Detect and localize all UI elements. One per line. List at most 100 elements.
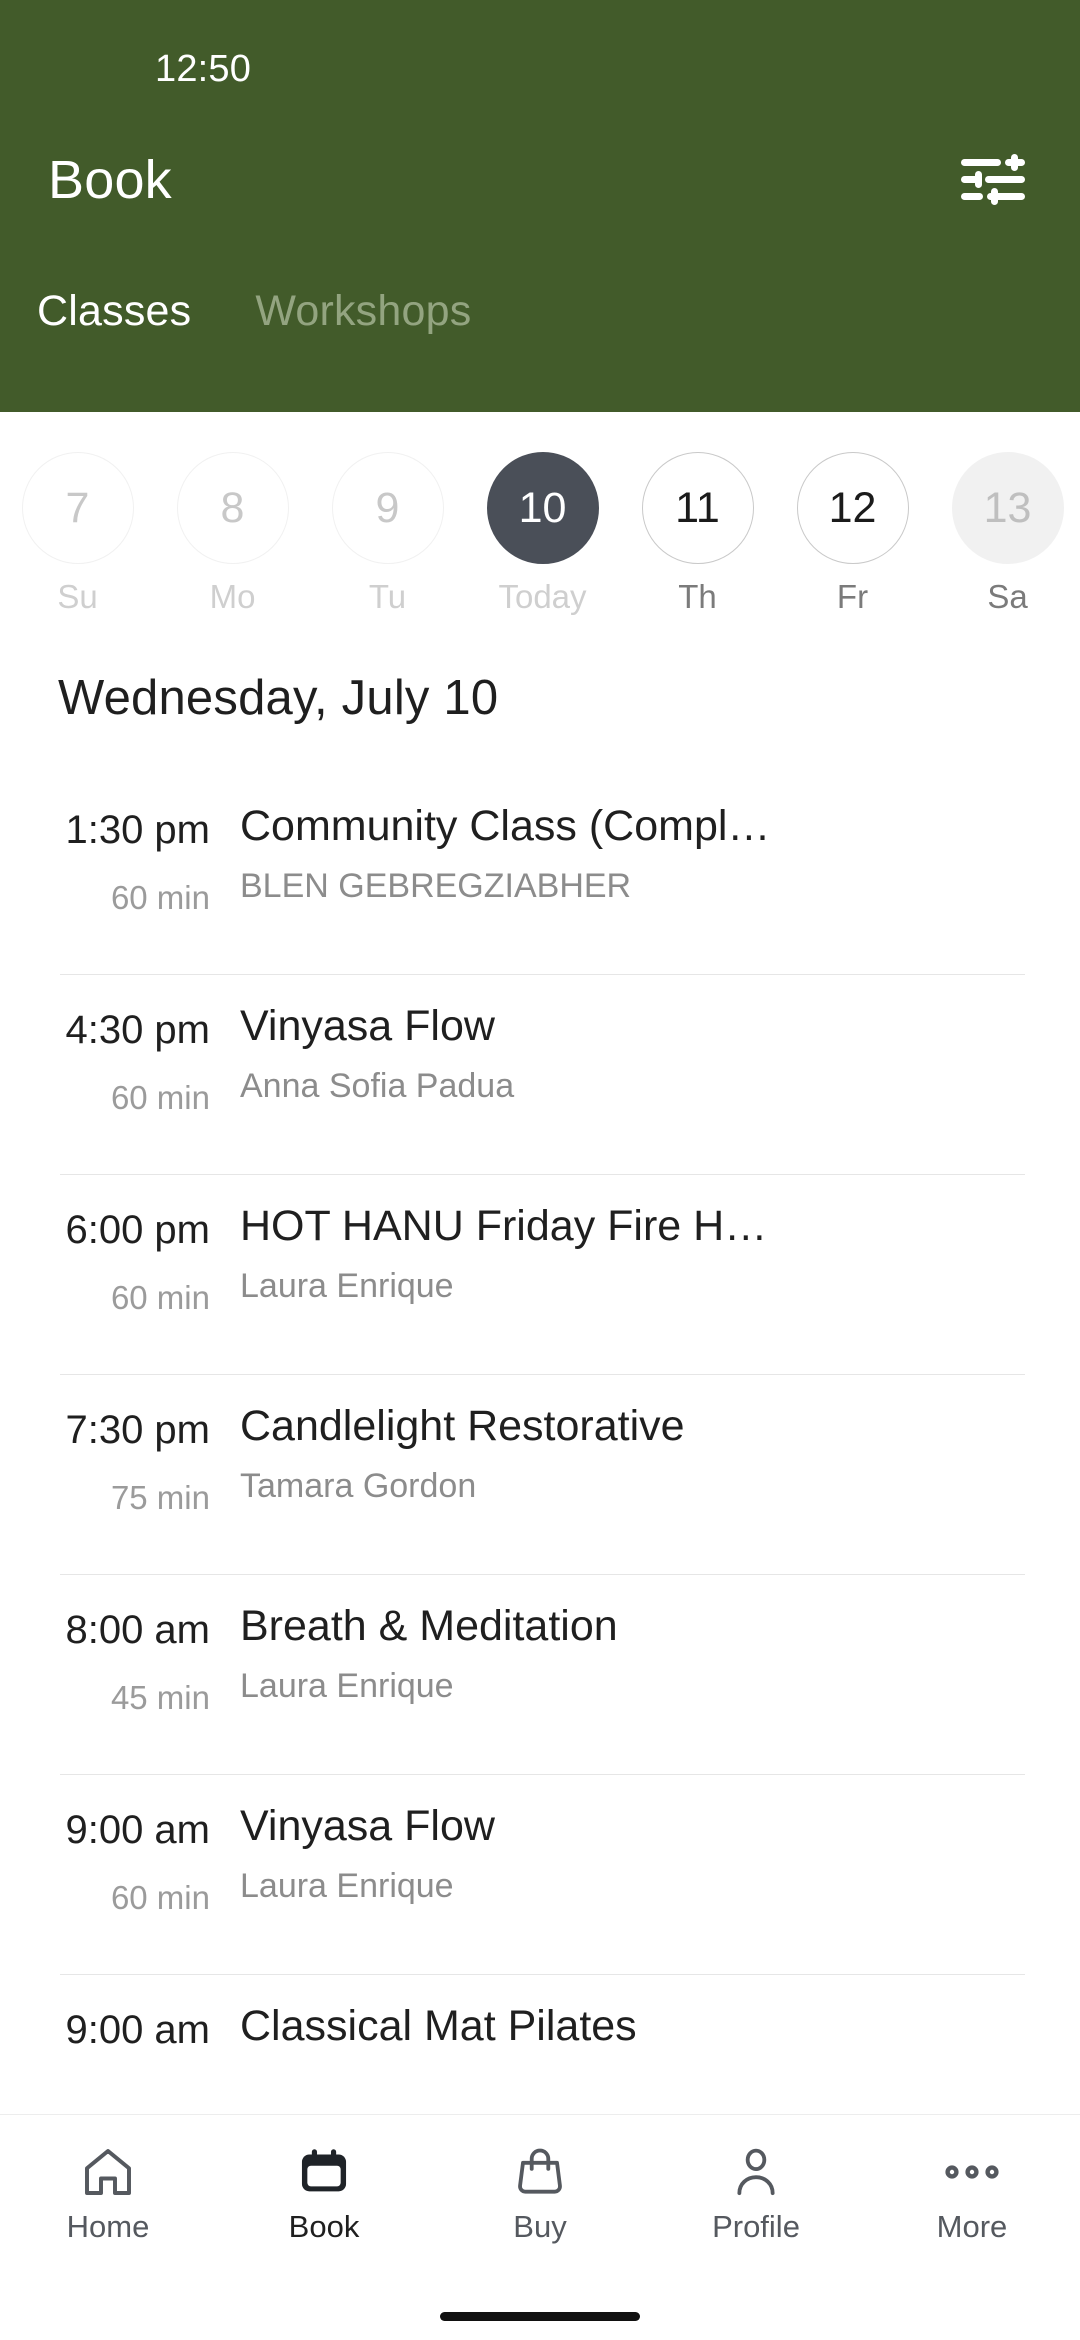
date-weekday: Sa [987, 578, 1028, 615]
class-time: 1:30 pm [65, 808, 210, 852]
date-cell-9[interactable]: 9 Tu [310, 452, 465, 613]
nav-label: Book [288, 2209, 360, 2244]
class-info-column: Candlelight Restorative Tamara Gordon [232, 1402, 1080, 1506]
filter-tune-button[interactable] [956, 143, 1030, 217]
class-name: Vinyasa Flow [240, 1002, 495, 1050]
class-info-column: HOT HANU Friday Fire H… Laura Enrique [232, 1202, 1080, 1306]
class-time-column: 7:30 pm 75 min [0, 1402, 232, 1517]
date-cell-13[interactable]: 13 Sa [930, 452, 1080, 613]
class-row[interactable]: 8:00 am 45 min Breath & Meditation Laura… [0, 1574, 1080, 1774]
class-time: 7:30 pm [65, 1408, 210, 1452]
date-bubble: 8 [176, 452, 289, 564]
class-duration: 45 min [110, 1678, 210, 1716]
class-row[interactable]: 6:00 pm 60 min HOT HANU Friday Fire H… L… [0, 1174, 1080, 1374]
class-info-column: Vinyasa Flow Anna Sofia Padua [232, 1002, 1080, 1106]
class-name: HOT HANU Friday Fire H… [240, 1202, 768, 1250]
class-duration: 75 min [110, 1478, 210, 1516]
class-teacher: Laura Enrique [240, 1867, 454, 1906]
class-row[interactable]: 9:00 am 60 min Vinyasa Flow Laura Enriqu… [0, 1774, 1080, 1974]
date-cell-11[interactable]: 11 Th [620, 452, 775, 613]
date-bubble: 13 [951, 452, 1064, 564]
date-weekday: Th [678, 578, 717, 615]
date-cell-8[interactable]: 8 Mo [155, 452, 310, 613]
header-tabs: Classes Workshops [0, 283, 1080, 336]
nav-item-more[interactable]: More [864, 2141, 1080, 2242]
class-row[interactable]: 1:30 pm 60 min Community Class (Compl… B… [0, 774, 1080, 974]
class-duration: 60 min [110, 1278, 210, 1316]
nav-item-profile[interactable]: Profile [648, 2141, 864, 2242]
tab-classes[interactable]: Classes [35, 283, 193, 336]
class-teacher: Tamara Gordon [240, 1467, 477, 1506]
person-icon [729, 2141, 783, 2203]
class-time: 4:30 pm [65, 1008, 210, 1052]
date-cell-7[interactable]: 7 Su [0, 452, 155, 613]
class-duration: 60 min [110, 878, 210, 916]
class-info-column: Community Class (Compl… BLEN GEBREGZIABH… [232, 802, 1080, 906]
class-time-column: 9:00 am [0, 2002, 232, 2079]
date-weekday: Today [498, 578, 587, 615]
gesture-bar-pill[interactable] [440, 2311, 640, 2321]
class-row[interactable]: 7:30 pm 75 min Candlelight Restorative T… [0, 1374, 1080, 1574]
gesture-bar[interactable] [0, 2292, 1080, 2340]
class-teacher: BLEN GEBREGZIABHER [240, 867, 632, 906]
ellipsis-icon [944, 2141, 1000, 2203]
class-row-partial[interactable]: 9:00 am Classical Mat Pilates [0, 1974, 1080, 2114]
bottom-navigation: Home Book Buy Profile More [0, 2114, 1080, 2292]
class-teacher: Laura Enrique [240, 1667, 454, 1706]
class-time: 9:00 am [65, 2008, 210, 2052]
class-list[interactable]: 1:30 pm 60 min Community Class (Compl… B… [0, 774, 1080, 2114]
nav-label: Home [66, 2209, 150, 2244]
class-name: Classical Mat Pilates [240, 2002, 637, 2050]
date-weekday: Mo [209, 578, 256, 615]
date-bubble: 9 [331, 452, 444, 564]
date-cell-10-today-selected[interactable]: 10 Today [465, 452, 620, 613]
class-teacher: Laura Enrique [240, 1267, 454, 1306]
date-bubble: 11 [641, 452, 754, 564]
date-cell-12[interactable]: 12 Fr [775, 452, 930, 613]
app-bar: Book [0, 105, 1080, 255]
date-weekday: Tu [368, 578, 407, 615]
app-screen: 12:50 Book Classes Workshops 7 Su 8 Mo 9… [0, 0, 1080, 2340]
class-row[interactable]: 4:30 pm 60 min Vinyasa Flow Anna Sofia P… [0, 974, 1080, 1174]
status-bar: 12:50 [0, 0, 1080, 105]
app-header: 12:50 Book Classes Workshops [0, 0, 1080, 412]
nav-label: More [936, 2209, 1008, 2244]
nav-label: Profile [712, 2209, 800, 2244]
date-weekday: Fr [836, 578, 869, 615]
nav-item-home[interactable]: Home [0, 2141, 216, 2242]
class-time-column: 9:00 am 60 min [0, 1802, 232, 1917]
nav-item-buy[interactable]: Buy [432, 2141, 648, 2242]
class-name: Vinyasa Flow [240, 1802, 495, 1850]
nav-label: Buy [513, 2209, 567, 2244]
nav-item-book[interactable]: Book [216, 2141, 432, 2242]
class-time: 6:00 pm [65, 1208, 210, 1252]
bag-icon [513, 2141, 567, 2203]
class-info-column: Classical Mat Pilates [232, 2002, 1080, 2067]
class-time-column: 4:30 pm 60 min [0, 1002, 232, 1117]
house-icon [80, 2141, 136, 2203]
page-title: Book [48, 150, 172, 210]
calendar-icon [297, 2141, 351, 2203]
class-name: Community Class (Compl… [240, 802, 771, 850]
class-info-column: Breath & Meditation Laura Enrique [232, 1602, 1080, 1706]
date-strip[interactable]: 7 Su 8 Mo 9 Tu 10 Today 11 Th 12 Fr 13 S… [0, 412, 1080, 652]
class-time-column: 8:00 am 45 min [0, 1602, 232, 1717]
class-duration: 60 min [110, 1078, 210, 1116]
class-info-column: Vinyasa Flow Laura Enrique [232, 1802, 1080, 1906]
class-time-column: 1:30 pm 60 min [0, 802, 232, 917]
date-weekday: Su [57, 578, 98, 615]
class-time-column: 6:00 pm 60 min [0, 1202, 232, 1317]
tune-icon [961, 154, 1025, 206]
tab-workshops[interactable]: Workshops [253, 283, 473, 336]
class-duration: 60 min [110, 1878, 210, 1916]
class-teacher: Anna Sofia Padua [240, 1067, 515, 1106]
status-bar-clock: 12:50 [155, 48, 252, 90]
date-bubble: 12 [796, 452, 909, 564]
date-bubble: 10 [486, 452, 599, 564]
class-name: Breath & Meditation [240, 1602, 618, 1650]
class-time: 9:00 am [65, 1808, 210, 1852]
class-time: 8:00 am [65, 1608, 210, 1652]
date-bubble: 7 [21, 452, 134, 564]
day-heading: Wednesday, July 10 [58, 671, 499, 725]
class-name: Candlelight Restorative [240, 1402, 685, 1450]
